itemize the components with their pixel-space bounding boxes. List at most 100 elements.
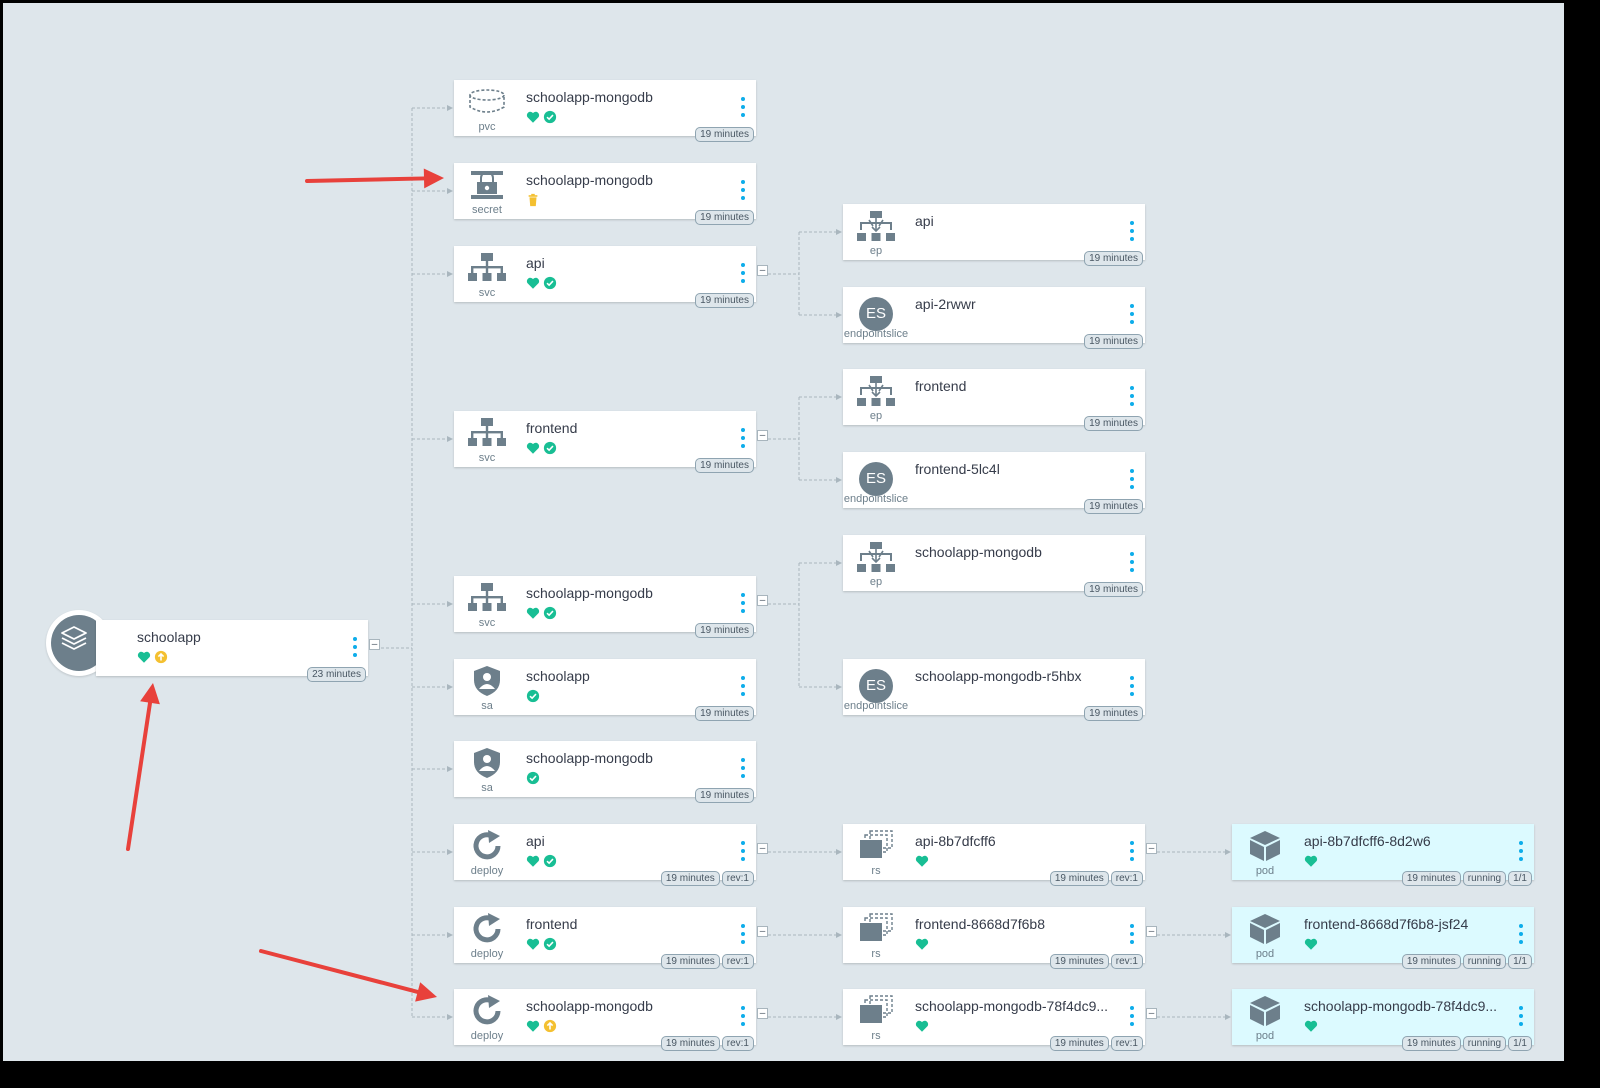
resource-menu-button[interactable] xyxy=(740,924,746,944)
edge-arrowhead xyxy=(836,560,842,566)
info-tag: rev:1 xyxy=(721,1036,754,1051)
heart-icon xyxy=(526,110,540,124)
resource-menu-button[interactable] xyxy=(1129,1006,1135,1026)
resource-menu-button[interactable] xyxy=(1518,841,1524,861)
edge-arrowhead xyxy=(447,188,453,194)
svc-node[interactable]: svc schoolapp-mongodb 19 minutes – xyxy=(454,576,768,638)
edge-arrowhead xyxy=(447,105,453,111)
pod-node[interactable]: pod api-8b7dfcff6-8d2w6 19 minutes running 1… xyxy=(1232,824,1534,886)
rs-node[interactable]: rs frontend-8668d7f6b8 19 minutes rev:1 – xyxy=(843,907,1157,969)
application-menu-button[interactable] xyxy=(352,637,358,657)
edge-arrowhead xyxy=(447,849,453,855)
ep-node[interactable]: ep schoolapp-mongodb 19 minutes xyxy=(843,535,1145,597)
edge-arrowhead xyxy=(836,932,842,938)
resource-kind-label: ep xyxy=(869,410,883,422)
resource-menu-button[interactable] xyxy=(1129,676,1135,696)
edge-arrowhead xyxy=(836,1014,842,1020)
resource-menu-button[interactable] xyxy=(1129,924,1135,944)
edge-arrowhead xyxy=(447,1014,453,1020)
resource-menu-button[interactable] xyxy=(740,758,746,778)
resource-kind-label: rs xyxy=(871,1030,881,1042)
resource-name: schoolapp-mongodb xyxy=(526,998,653,1014)
endpointslice-node[interactable]: ES endpointslice api-2rwwr 19 minutes xyxy=(843,287,1145,349)
resource-name: schoolapp-mongodb xyxy=(526,750,653,766)
resource-menu-button[interactable] xyxy=(1129,469,1135,489)
edge-arrowhead xyxy=(1225,932,1231,938)
rs-node[interactable]: rs api-8b7dfcff6 19 minutes rev:1 – xyxy=(843,824,1157,886)
deploy-node[interactable]: deploy frontend 19 minutes rev:1 – xyxy=(454,907,768,969)
resource-menu-button[interactable] xyxy=(740,263,746,283)
svc-node[interactable]: svc api 19 minutes – xyxy=(454,246,768,308)
resource-menu-button[interactable] xyxy=(740,841,746,861)
resource-status xyxy=(526,192,540,208)
resource-menu-button[interactable] xyxy=(1129,221,1135,241)
trash-icon xyxy=(526,193,540,207)
info-tag: 19 minutes xyxy=(660,1036,720,1051)
resource-kind-label: deploy xyxy=(470,948,504,960)
resource-menu-button[interactable] xyxy=(740,428,746,448)
edge-arrowhead xyxy=(836,312,842,318)
deploy-node[interactable]: deploy schoolapp-mongodb 19 minutes rev:1 – xyxy=(454,989,768,1051)
check-circle-icon xyxy=(543,937,557,951)
collapse-toggle[interactable]: – xyxy=(757,1008,768,1019)
collapse-toggle[interactable]: – xyxy=(369,639,380,650)
ep-node[interactable]: ep frontend 19 minutes xyxy=(843,369,1145,431)
application-node[interactable]: schoolapp 23 minutes – xyxy=(96,620,380,682)
resource-kind-label: deploy xyxy=(470,865,504,877)
info-tag: running xyxy=(1462,871,1507,886)
collapse-toggle[interactable]: – xyxy=(757,430,768,441)
rs-node[interactable]: rs schoolapp-mongodb-78f4dc9... 19 minutes… xyxy=(843,989,1157,1051)
collapse-toggle[interactable]: – xyxy=(1146,1008,1157,1019)
resource-name: api xyxy=(526,833,545,849)
resource-kind-label: deploy xyxy=(470,1030,504,1042)
resource-menu-button[interactable] xyxy=(1129,304,1135,324)
secret-node[interactable]: secret schoolapp-mongodb 19 minutes xyxy=(454,163,756,225)
endpointslice-node[interactable]: ES endpointslice schoolapp-mongodb-r5hbx 19… xyxy=(843,659,1145,721)
resource-menu-button[interactable] xyxy=(740,676,746,696)
resource-menu-button[interactable] xyxy=(740,1006,746,1026)
info-tag: 1/1 xyxy=(1508,1036,1532,1051)
resource-menu-button[interactable] xyxy=(740,180,746,200)
collapse-toggle[interactable]: – xyxy=(757,843,768,854)
info-tag: 19 minutes xyxy=(695,458,754,473)
resource-menu-button[interactable] xyxy=(740,97,746,117)
info-tag: rev:1 xyxy=(721,871,754,886)
resource-kind-label: secret xyxy=(472,204,502,216)
resource-status xyxy=(526,275,557,291)
resource-menu-button[interactable] xyxy=(1518,924,1524,944)
sa-node[interactable]: sa schoolapp-mongodb 19 minutes xyxy=(454,741,756,803)
resource-name: schoolapp-mongodb xyxy=(915,544,1042,560)
resource-menu-button[interactable] xyxy=(740,593,746,613)
sa-node[interactable]: sa schoolapp 19 minutes xyxy=(454,659,756,721)
application-status xyxy=(137,649,168,665)
resource-status xyxy=(526,936,557,952)
collapse-toggle[interactable]: – xyxy=(757,265,768,276)
svc-node[interactable]: svc frontend 19 minutes – xyxy=(454,411,768,473)
info-tag: 19 minutes xyxy=(1084,499,1143,514)
edge-arrowhead xyxy=(447,932,453,938)
heart-icon xyxy=(1304,937,1318,951)
resource-menu-button[interactable] xyxy=(1129,386,1135,406)
collapse-toggle[interactable]: – xyxy=(1146,926,1157,937)
pod-node[interactable]: pod schoolapp-mongodb-78f4dc9... 19 minute… xyxy=(1232,989,1534,1051)
ep-node[interactable]: ep api 19 minutes xyxy=(843,204,1145,266)
collapse-toggle[interactable]: – xyxy=(1146,843,1157,854)
collapse-toggle[interactable]: – xyxy=(757,595,768,606)
endpointslice-node[interactable]: ES endpointslice frontend-5lc4l 19 minutes xyxy=(843,452,1145,514)
resource-kind-label: sa xyxy=(481,700,493,712)
pvc-node[interactable]: pvc schoolapp-mongodb 19 minutes xyxy=(454,80,756,142)
info-tag: rev:1 xyxy=(1110,954,1143,969)
resource-name: schoolapp-mongodb xyxy=(526,172,653,188)
deploy-node[interactable]: deploy api 19 minutes rev:1 – xyxy=(454,824,768,886)
resource-name: schoolapp-mongodb-r5hbx xyxy=(915,668,1082,684)
resource-status xyxy=(526,688,540,704)
resource-menu-button[interactable] xyxy=(1129,841,1135,861)
resource-name: schoolapp-mongodb xyxy=(526,585,653,601)
resource-menu-button[interactable] xyxy=(1518,1006,1524,1026)
info-tag: rev:1 xyxy=(1110,1036,1143,1051)
pod-node[interactable]: pod frontend-8668d7f6b8-jsf24 19 minutes ru… xyxy=(1232,907,1534,969)
resource-menu-button[interactable] xyxy=(1129,552,1135,572)
collapse-toggle[interactable]: – xyxy=(757,926,768,937)
resource-kind-label: endpointslice xyxy=(843,328,909,340)
edge-arrowhead xyxy=(836,849,842,855)
